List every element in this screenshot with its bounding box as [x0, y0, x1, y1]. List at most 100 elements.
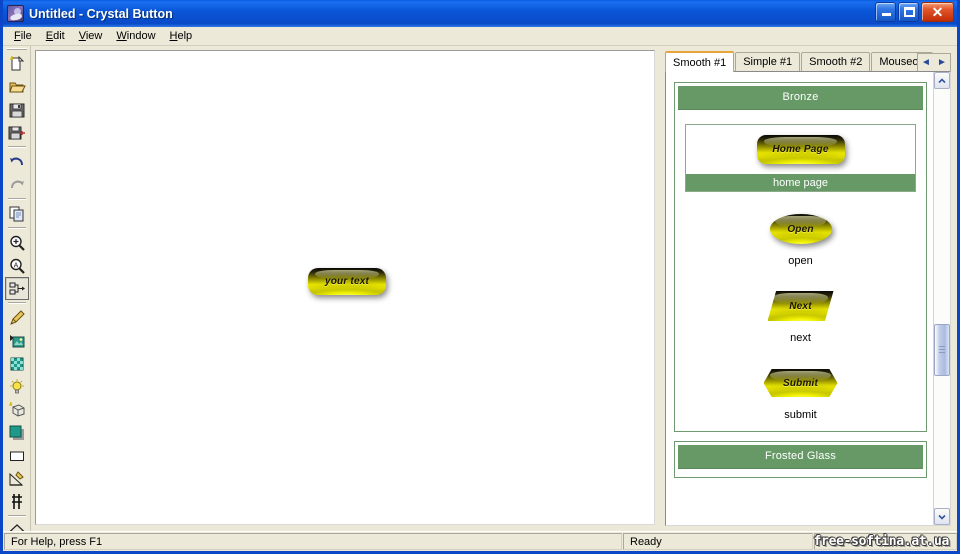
minimize-button[interactable] [875, 2, 896, 22]
bevel-icon[interactable] [5, 398, 29, 421]
design-canvas[interactable]: your text [35, 50, 655, 525]
scroll-up-button[interactable] [934, 72, 950, 89]
zoom-in-icon[interactable] [5, 231, 29, 254]
new-icon[interactable] [5, 52, 29, 75]
library-item-home-page[interactable]: Home Page home page [685, 124, 916, 192]
shape-icon[interactable] [5, 444, 29, 467]
toolbar-grip[interactable] [6, 48, 27, 50]
preview-button-label: Next [789, 300, 812, 312]
menu-bar: File Edit View Window Help [3, 27, 957, 46]
tab-simple-1[interactable]: Simple #1 [735, 52, 801, 71]
save-icon[interactable] [5, 98, 29, 121]
menu-item-help-label-rest: elp [177, 29, 193, 42]
preview-button-label: Submit [782, 377, 819, 389]
svg-text:A: A [13, 262, 18, 269]
menu-item-edit-label-rest: dit [53, 29, 65, 42]
menu-item-view-label-rest: iew [85, 29, 103, 42]
library-item-thumb: Next [685, 283, 916, 329]
menu-item-edit[interactable]: Edit [39, 28, 72, 45]
status-hint-text: For Help, press F1 [11, 535, 103, 548]
status-state-text: Ready [630, 535, 662, 548]
copy-icon[interactable] [5, 202, 29, 225]
canvas-area: your text [31, 46, 661, 531]
export-html-icon[interactable] [4, 277, 29, 300]
menu-item-help[interactable]: Help [163, 28, 200, 45]
window-title: Untitled - Crystal Button [29, 6, 173, 21]
library-item-caption: open [788, 255, 813, 267]
library-group-bronze: Bronze Home Page home page Open open Nex… [674, 82, 927, 432]
menu-item-file[interactable]: File [7, 28, 39, 45]
status-hint-pane: For Help, press F1 [4, 533, 622, 550]
library-item-open[interactable]: Open open [685, 206, 916, 269]
status-bar: For Help, press F1 Ready free-softina.at… [3, 531, 957, 551]
canvas-button-label: your text [324, 276, 370, 287]
title-bar[interactable]: Untitled - Crystal Button ✕ [3, 0, 957, 27]
preview-button-open[interactable]: Open [769, 214, 832, 244]
template-library-panel: Smooth #1 Simple #1 Smooth #2 Mouseove ◄… [661, 46, 957, 531]
scrollbar-track[interactable] [934, 89, 950, 508]
preview-button-home-page[interactable]: Home Page [756, 135, 845, 164]
scroll-down-button[interactable] [934, 508, 950, 525]
menu-item-window-label-rest: indow [126, 29, 156, 42]
tab-smooth-2-label: Smooth #2 [809, 56, 863, 68]
preview-button-label: Open [787, 223, 814, 235]
caption-buttons: ✕ [875, 2, 954, 22]
app-icon[interactable] [7, 5, 24, 22]
undo-icon[interactable] [5, 150, 29, 173]
library-group-frosted-glass: Frosted Glass [674, 441, 927, 478]
application-window: Untitled - Crystal Button ✕ File Edit Vi… [0, 0, 960, 554]
workspace: A your text Smooth #1 Simple #1 Smooth #… [3, 46, 957, 531]
tab-prev-icon[interactable]: ◄ [921, 57, 931, 68]
maximize-icon [904, 7, 915, 17]
menu-item-window[interactable]: Window [109, 28, 162, 45]
open-icon[interactable] [5, 75, 29, 98]
library-vertical-scrollbar[interactable] [933, 72, 950, 525]
library-scroll-view: Bronze Home Page home page Open open Nex… [665, 71, 951, 526]
preview-button-submit[interactable]: Submit [763, 369, 838, 397]
library-item-caption: submit [784, 409, 817, 421]
canvas-button[interactable]: your text [308, 268, 386, 295]
tabstrip-nav: ◄ ► [917, 53, 951, 71]
minimize-icon [882, 13, 891, 16]
tool-palette: A [3, 46, 31, 531]
library-list: Bronze Home Page home page Open open Nex… [666, 72, 933, 525]
library-item-caption: next [790, 332, 811, 344]
library-item-thumb: Home Page [685, 124, 916, 174]
save-as-icon[interactable] [5, 121, 29, 144]
maximize-button[interactable] [898, 2, 919, 22]
library-item-thumb: Submit [685, 360, 916, 406]
scrollbar-thumb[interactable] [934, 323, 950, 376]
status-state-pane: Ready [623, 533, 813, 550]
home-icon[interactable] [5, 519, 29, 531]
light-icon[interactable] [5, 375, 29, 398]
menu-item-view[interactable]: View [72, 28, 110, 45]
site-watermark: free-softina.at.ua [813, 534, 950, 549]
library-item-submit[interactable]: Submit submit [685, 360, 916, 423]
tab-smooth-1[interactable]: Smooth #1 [665, 51, 735, 72]
tab-next-icon[interactable]: ► [937, 57, 947, 68]
tab-simple-1-label: Simple #1 [743, 56, 793, 68]
chevron-up-icon [938, 77, 946, 83]
redo-icon[interactable] [5, 173, 29, 196]
picture-icon[interactable] [5, 329, 29, 352]
close-button[interactable]: ✕ [921, 2, 954, 22]
tab-smooth-2[interactable]: Smooth #2 [801, 52, 871, 71]
menu-item-file-label-rest: ile [20, 29, 32, 42]
preview-button-label: Home Page [772, 144, 829, 155]
group-header-frosted-glass: Frosted Glass [678, 445, 923, 469]
library-tabstrip: Smooth #1 Simple #1 Smooth #2 Mouseove ◄… [665, 51, 951, 72]
group-header-bronze: Bronze [678, 86, 923, 110]
chevron-down-icon [938, 514, 946, 520]
zoom-actual-icon[interactable]: A [5, 254, 29, 277]
tab-smooth-1-label: Smooth #1 [673, 57, 727, 69]
size-icon[interactable] [5, 467, 29, 490]
library-item-thumb: Open [685, 206, 916, 252]
color-icon[interactable] [5, 421, 29, 444]
pencil-icon[interactable] [5, 306, 29, 329]
preview-button-next[interactable]: Next [767, 291, 834, 321]
library-item-next[interactable]: Next next [685, 283, 916, 346]
close-icon: ✕ [931, 4, 944, 20]
library-item-caption: home page [685, 174, 916, 192]
align-icon[interactable] [5, 490, 29, 513]
texture-icon[interactable] [5, 352, 29, 375]
